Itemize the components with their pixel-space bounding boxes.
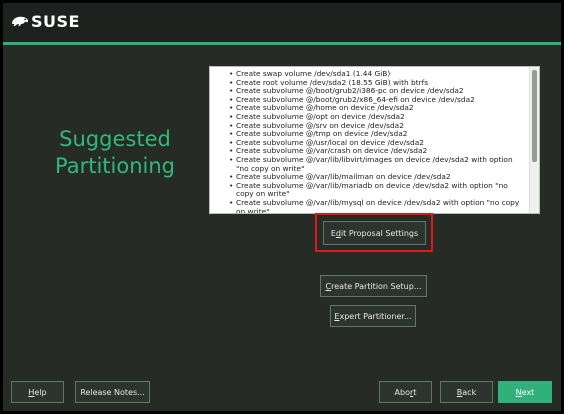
- header-bar: SUSE: [3, 3, 561, 42]
- edit-proposal-settings-button[interactable]: Ed it Proposal Settings: [323, 221, 426, 245]
- proposal-list: Create swap volume /dev/sda1 (1.44 GiB)C…: [210, 67, 539, 213]
- back-button[interactable]: Back: [440, 381, 493, 403]
- screen-frame: SUSE Suggested Partitioning Create swap …: [0, 0, 564, 414]
- installer-window: SUSE Suggested Partitioning Create swap …: [3, 3, 561, 411]
- button-label-part: Abo: [394, 387, 410, 397]
- button-label-part: t: [413, 387, 417, 397]
- button-label-part: ext: [521, 387, 535, 397]
- proposal-list-item: Create subvolume @/var/lib/libvirt/image…: [229, 155, 525, 173]
- page-title: Suggested Partitioning: [55, 126, 175, 180]
- help-button[interactable]: Help: [11, 381, 64, 403]
- proposal-scrollbar[interactable]: [529, 67, 539, 213]
- expert-partitioner-button[interactable]: Expert Partitioner...: [330, 305, 416, 327]
- page-title-line-2: Partitioning: [55, 154, 175, 178]
- logo-text: SUSE: [31, 11, 80, 31]
- proposal-summary-box[interactable]: Create swap volume /dev/sda1 (1.44 GiB)C…: [209, 66, 540, 214]
- chameleon-icon: [12, 16, 28, 26]
- button-label-part: xpert Partitioner...: [339, 311, 412, 321]
- button-label-part: ack: [462, 387, 477, 397]
- button-label-part: elp: [34, 387, 47, 397]
- abort-button[interactable]: Abo r t: [379, 381, 432, 403]
- button-label-part: Release Notes...: [80, 387, 145, 397]
- proposal-list-item: Create subvolume @/var/lib/mysql on devi…: [229, 198, 525, 213]
- release-notes-button[interactable]: Release Notes...: [75, 381, 150, 403]
- proposal-list-item: Create subvolume @/var/lib/mariadb on de…: [229, 181, 525, 199]
- button-label-part: reate Partition Setup...: [331, 281, 422, 291]
- create-partition-setup-button[interactable]: Create Partition Setup...: [320, 275, 427, 297]
- scrollbar-thumb[interactable]: [532, 70, 537, 162]
- page-title-line-1: Suggested: [59, 127, 171, 151]
- header-accent-line: [3, 42, 561, 45]
- suse-logo: SUSE: [11, 8, 80, 34]
- next-button[interactable]: Next: [498, 381, 552, 403]
- button-label-part: it Proposal Settings: [340, 228, 419, 238]
